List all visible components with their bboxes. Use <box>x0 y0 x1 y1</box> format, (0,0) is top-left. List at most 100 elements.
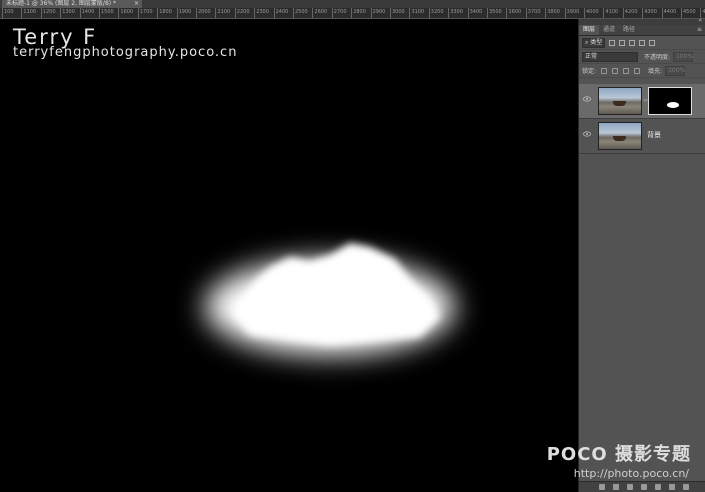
ruler-label: 4000 <box>586 9 599 15</box>
filter-kind-select[interactable]: ⌕ 类型 <box>582 37 606 48</box>
ruler-label: 1500 <box>101 9 114 15</box>
eye-icon[interactable] <box>583 96 591 102</box>
horizontal-ruler: 100 1100 1200 1300 1400 1500 1600 1700 1800 1900 2… <box>0 8 705 19</box>
ruler-label: 1100 <box>23 9 37 15</box>
lock-position-icon[interactable] <box>623 67 630 74</box>
layer-thumbnail[interactable] <box>598 122 642 150</box>
ruler-tick <box>215 8 217 18</box>
ruler-label: 1700 <box>139 9 153 15</box>
canvas[interactable]: Terry F terryfengphotography.poco.cn <box>0 19 578 492</box>
tab-paths[interactable]: 路径 <box>619 25 639 35</box>
ruler-tick <box>622 8 624 18</box>
new-layer-icon[interactable] <box>669 484 675 490</box>
ruler-tick <box>21 8 23 18</box>
ruler-tick <box>234 8 236 18</box>
ruler-tick <box>273 8 275 18</box>
pixel-filter-icon[interactable] <box>609 39 616 46</box>
smart-object-filter-icon[interactable] <box>649 39 656 46</box>
boat-shape <box>613 101 626 106</box>
ruler-label: 4400 <box>663 9 677 15</box>
tab-layers[interactable]: 图层 <box>579 25 600 35</box>
ruler-tick <box>137 8 139 18</box>
ruler-label: 2200 <box>236 9 250 15</box>
ruler-tick <box>351 8 353 18</box>
lock-label: 锁定: <box>582 68 597 75</box>
ruler-tick <box>642 8 644 18</box>
opacity-field[interactable]: 100% <box>673 51 693 62</box>
ruler-tick <box>79 8 81 18</box>
shape-filter-icon[interactable] <box>639 39 646 46</box>
ruler-label: 1300 <box>62 9 75 15</box>
ruler-label: 4200 <box>624 9 638 15</box>
mask-blob <box>667 102 679 108</box>
ruler-tick <box>40 8 42 18</box>
tab-channels[interactable]: 通道 <box>599 25 619 35</box>
ruler-tick <box>564 8 566 18</box>
layers-list: ∞ 背景 <box>579 84 705 154</box>
link-layers-icon[interactable] <box>599 484 605 490</box>
ruler-label: 3200 <box>430 9 444 15</box>
ruler-label: 2100 <box>217 9 231 15</box>
filter-row: ⌕ 类型 <box>579 36 705 50</box>
ruler-label: 2000 <box>198 9 211 15</box>
ruler-label: 3900 <box>566 9 580 15</box>
folder-icon[interactable] <box>655 484 661 490</box>
ruler-tick <box>487 8 488 18</box>
lock-pixels-icon[interactable] <box>612 67 619 74</box>
adjustment-icon[interactable] <box>641 484 647 490</box>
ruler-label: 1200 <box>42 9 56 15</box>
eye-icon[interactable] <box>583 131 591 137</box>
add-mask-icon[interactable] <box>627 484 633 490</box>
ruler-label: 2600 <box>314 9 328 15</box>
ruler-tick <box>118 8 120 18</box>
poco-url: http://photo.poco.cn/ <box>573 467 689 480</box>
layer-row-2[interactable]: ∞ <box>579 84 705 119</box>
adjustment-filter-icon[interactable] <box>619 39 626 46</box>
lock-all-icon[interactable] <box>634 67 641 74</box>
ruler-label: 3600 <box>508 9 522 15</box>
document-tab[interactable]: 未标题-1 @ 36% (图层 2, 图层蒙版/8) * × <box>2 0 142 8</box>
ruler-label: 4500 <box>683 9 696 15</box>
lock-row: 锁定: 填充: 100% <box>579 64 705 78</box>
trash-icon[interactable] <box>683 484 689 490</box>
ruler-label: 1600 <box>120 9 134 15</box>
ruler-tick <box>525 8 527 18</box>
fill-field[interactable]: 100% <box>665 65 685 76</box>
close-icon[interactable]: × <box>134 0 139 8</box>
document-tab-label: 未标题-1 @ 36% (图层 2, 图层蒙版/8) * <box>6 0 117 7</box>
ruler-tick <box>157 8 159 18</box>
fill-label: 填充: <box>648 68 663 75</box>
poco-logo: POCO 摄影专题 <box>546 444 691 465</box>
panel-footer <box>579 481 705 492</box>
blend-row: 正常 不透明度: 100% <box>579 50 705 64</box>
ruler-label: 2900 <box>372 9 386 15</box>
watermark-site: terryfengphotography.poco.cn <box>13 45 238 60</box>
ruler-tick <box>99 8 100 18</box>
ruler-tick <box>390 8 391 18</box>
ruler-tick <box>428 8 430 18</box>
ruler-tick <box>2 8 3 18</box>
blend-mode-select[interactable]: 正常 <box>582 51 638 62</box>
panel-menu-icon[interactable]: ≡ <box>697 25 705 35</box>
ruler-tick <box>254 8 256 18</box>
fx-icon[interactable] <box>613 484 619 490</box>
panel-header: « <box>579 17 705 25</box>
boat-shape <box>613 136 626 141</box>
ruler-label: 100 <box>4 9 14 15</box>
panel-tabs: 图层 通道 路径 ≡ <box>579 25 705 36</box>
ruler-label: 3500 <box>489 9 502 15</box>
collapse-icon[interactable]: « <box>698 17 702 24</box>
lock-transparent-icon[interactable] <box>601 67 608 74</box>
layer-mask-thumbnail[interactable] <box>648 87 692 115</box>
layer-row-background[interactable]: 背景 <box>579 119 705 154</box>
ruler-tick <box>467 8 469 18</box>
ruler-label: 2400 <box>275 9 289 15</box>
layer-thumbnail[interactable] <box>598 87 642 115</box>
ruler-label: 1900 <box>178 9 192 15</box>
type-filter-icon[interactable] <box>629 39 636 46</box>
ruler-label: 2800 <box>353 9 366 15</box>
layer-name[interactable]: 背景 <box>647 130 661 140</box>
ruler-tick <box>661 8 663 18</box>
ruler-label: 4300 <box>644 9 657 15</box>
ruler-tick <box>506 8 508 18</box>
